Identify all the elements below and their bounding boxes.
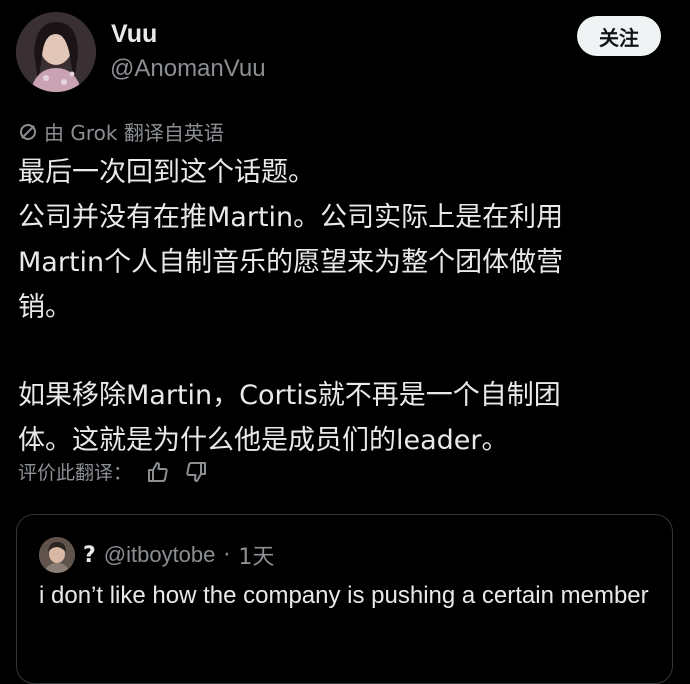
post-line: 销。 xyxy=(18,292,72,323)
rate-translation-label: 评价此翻译： xyxy=(18,462,133,484)
slash-circle-icon xyxy=(18,122,38,142)
user-avatar-image xyxy=(16,12,96,92)
quoted-separator: · xyxy=(223,542,231,568)
quoted-post-text: i don’t like how the company is pushing … xyxy=(39,582,649,609)
quoted-post-header: ? @itboytobe · 1天 xyxy=(39,537,274,573)
thumbs-up-icon[interactable] xyxy=(146,460,170,484)
post-body: 最后一次回到这个话题。 公司并没有在推Martin。公司实际上是在利用 Mart… xyxy=(18,150,668,463)
quoted-post-time[interactable]: 1天 xyxy=(238,539,274,571)
translation-indicator: 由 Grok 翻译自英语 xyxy=(18,117,224,146)
quoted-author-handle[interactable]: @itboytobe xyxy=(104,542,216,568)
post-line: 如果移除Martin，Cortis就不再是一个自制团 xyxy=(18,380,561,411)
quoted-post-card[interactable]: ? @itboytobe · 1天 i don’t like how the c… xyxy=(16,514,673,684)
quoted-avatar-image xyxy=(39,537,75,573)
author-display-name[interactable]: Vuu xyxy=(111,20,157,49)
author-handle[interactable]: @AnomanVuu xyxy=(110,55,266,83)
post-line: 体。这就是为什么他是成员们的leader。 xyxy=(18,425,509,456)
quoted-author-avatar[interactable] xyxy=(39,537,75,573)
quoted-author-name[interactable]: ? xyxy=(83,543,96,568)
author-avatar[interactable] xyxy=(16,12,96,92)
post-line: 公司并没有在推Martin。公司实际上是在利用 xyxy=(18,202,564,233)
post-line: Martin个人自制音乐的愿望来为整个团体做营 xyxy=(18,247,564,278)
paragraph-break xyxy=(18,330,668,373)
translation-label: 由 Grok 翻译自英语 xyxy=(44,121,224,145)
rate-translation: 评价此翻译： xyxy=(18,458,208,485)
follow-button[interactable]: 关注 xyxy=(577,16,661,56)
post-line: 最后一次回到这个话题。 xyxy=(18,157,315,188)
thumbs-down-icon[interactable] xyxy=(184,460,208,484)
